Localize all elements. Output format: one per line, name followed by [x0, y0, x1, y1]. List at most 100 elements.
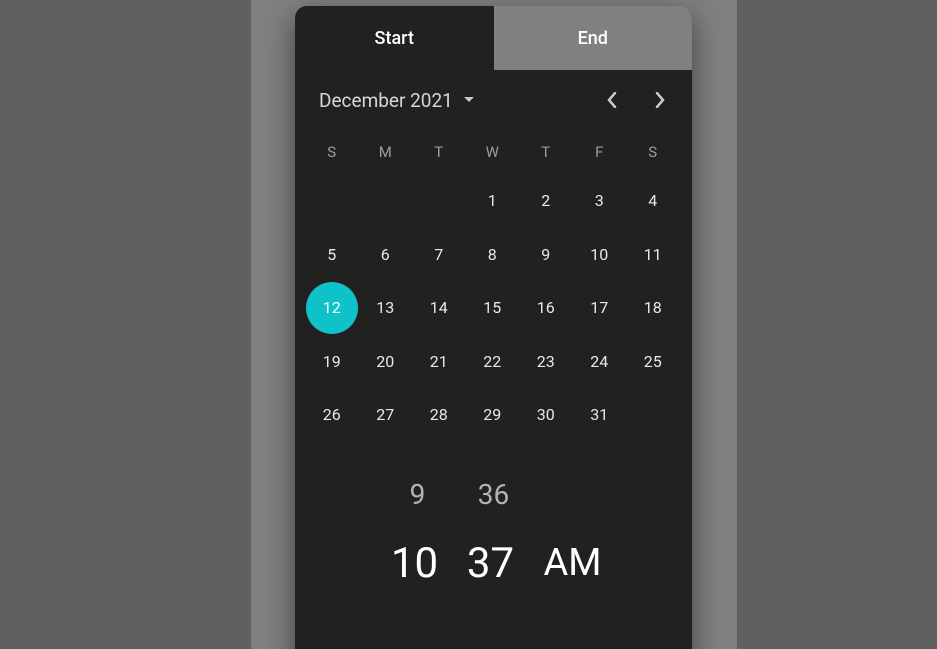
dow-wed: W — [466, 130, 520, 174]
chevron-down-icon — [463, 96, 475, 104]
calendar-day-number: 7 — [434, 245, 443, 264]
prev-month-button[interactable] — [592, 80, 632, 120]
calendar-day-number: 30 — [537, 405, 555, 424]
calendar-day-number: 22 — [483, 352, 501, 371]
calendar-day-number: 26 — [323, 405, 341, 424]
calendar-header: December 2021 — [295, 70, 692, 130]
calendar-day[interactable]: 20 — [359, 335, 413, 389]
calendar-day[interactable]: 27 — [359, 388, 413, 442]
tab-end-label: End — [578, 28, 608, 49]
datetime-range-picker: Start End December 2021 — [295, 6, 692, 649]
calendar-day[interactable]: 28 — [412, 388, 466, 442]
calendar-day[interactable]: 5 — [305, 228, 359, 282]
calendar-day-empty — [626, 388, 680, 442]
calendar-day[interactable]: 15 — [466, 281, 520, 335]
calendar-day[interactable]: 26 — [305, 388, 359, 442]
calendar-week: 1 2 3 4 — [305, 174, 682, 228]
calendar-day[interactable]: 18 — [626, 281, 680, 335]
month-year-select[interactable]: December 2021 — [319, 89, 475, 112]
hour-wheel[interactable]: 10 — [377, 539, 453, 588]
calendar-day[interactable]: 8 — [466, 228, 520, 282]
chevron-right-icon — [655, 92, 665, 108]
calendar-day[interactable]: 31 — [573, 388, 627, 442]
calendar-day-number: 9 — [541, 245, 550, 264]
calendar-day[interactable]: 19 — [305, 335, 359, 389]
calendar-day[interactable]: 22 — [466, 335, 520, 389]
time-row-main: 10 37 AM — [295, 539, 692, 588]
calendar-day-number: 28 — [430, 405, 448, 424]
calendar-day[interactable]: 12 — [305, 281, 359, 335]
next-month-button[interactable] — [640, 80, 680, 120]
calendar-week: 5 6 7 8 9 10 11 — [305, 228, 682, 282]
minute-prev[interactable]: 36 — [456, 478, 532, 511]
calendar-day[interactable]: 10 — [573, 228, 627, 282]
calendar-day-number: 2 — [541, 191, 550, 210]
day-of-week-row: S M T W T F S — [305, 130, 682, 174]
ampm-wheel[interactable]: AM — [535, 541, 611, 585]
dow-sat: S — [626, 130, 680, 174]
calendar-day[interactable]: 21 — [412, 335, 466, 389]
dow-sun: S — [305, 130, 359, 174]
dow-mon: M — [359, 130, 413, 174]
calendar-day-number: 11 — [644, 245, 662, 264]
calendar-day[interactable]: 13 — [359, 281, 413, 335]
time-row-prev: 9 36 . — [295, 478, 692, 539]
calendar-day[interactable]: 4 — [626, 174, 680, 228]
phone-viewport: Start End December 2021 — [251, 0, 737, 649]
calendar-day-number: 3 — [595, 191, 604, 210]
calendar-day-number: 14 — [430, 298, 448, 317]
range-tabs: Start End — [295, 6, 692, 70]
calendar-day-number: 5 — [327, 245, 336, 264]
dow-thu: T — [519, 130, 573, 174]
dow-fri: F — [573, 130, 627, 174]
calendar-day-number: 21 — [430, 352, 448, 371]
calendar-day[interactable]: 23 — [519, 335, 573, 389]
calendar-week: 19 20 21 22 23 24 25 — [305, 335, 682, 389]
calendar-day-number: 16 — [537, 298, 555, 317]
calendar-day-number: 27 — [376, 405, 394, 424]
calendar-day-number: 20 — [376, 352, 394, 371]
calendar-day[interactable]: 17 — [573, 281, 627, 335]
calendar-day[interactable]: 25 — [626, 335, 680, 389]
calendar-day-number: 29 — [483, 405, 501, 424]
calendar-day[interactable]: 2 — [519, 174, 573, 228]
calendar-day[interactable]: 6 — [359, 228, 413, 282]
calendar-day[interactable]: 9 — [519, 228, 573, 282]
tab-start[interactable]: Start — [295, 6, 494, 70]
calendar-day[interactable]: 16 — [519, 281, 573, 335]
calendar-day-number: 18 — [644, 298, 662, 317]
tab-start-label: Start — [375, 28, 414, 49]
calendar-day[interactable]: 11 — [626, 228, 680, 282]
calendar-day-number: 6 — [381, 245, 390, 264]
minute-wheel[interactable]: 37 — [453, 539, 529, 588]
month-year-label: December 2021 — [319, 89, 453, 112]
calendar-week: 12 13 14 15 16 17 18 — [305, 281, 682, 335]
calendar-day-number: 24 — [590, 352, 608, 371]
calendar-day-empty — [305, 174, 359, 228]
calendar-day[interactable]: 7 — [412, 228, 466, 282]
calendar-day-number: 19 — [323, 352, 341, 371]
calendar-day[interactable]: 3 — [573, 174, 627, 228]
calendar-day[interactable]: 30 — [519, 388, 573, 442]
hour-prev[interactable]: 9 — [380, 478, 456, 511]
calendar-day[interactable]: 14 — [412, 281, 466, 335]
calendar-day-number: 31 — [590, 405, 608, 424]
calendar-day-empty — [412, 174, 466, 228]
chevron-left-icon — [607, 92, 617, 108]
calendar-day-number: 15 — [483, 298, 501, 317]
time-picker: 9 36 . 10 37 AM — [295, 478, 692, 588]
calendar-day-number: 10 — [590, 245, 608, 264]
calendar-day-number: 1 — [488, 191, 497, 210]
calendar-day-number: 12 — [323, 298, 341, 317]
calendar-day[interactable]: 29 — [466, 388, 520, 442]
calendar-grid: S M T W T F S 12345678910111213141516171… — [295, 130, 692, 442]
calendar-day-number: 17 — [590, 298, 608, 317]
calendar-day[interactable]: 24 — [573, 335, 627, 389]
calendar-week: 26 27 28 29 30 31 — [305, 388, 682, 442]
tab-end[interactable]: End — [494, 6, 693, 70]
calendar-day-empty — [359, 174, 413, 228]
calendar-day[interactable]: 1 — [466, 174, 520, 228]
calendar-day-number: 25 — [644, 352, 662, 371]
calendar-day-number: 13 — [376, 298, 394, 317]
dow-tue: T — [412, 130, 466, 174]
